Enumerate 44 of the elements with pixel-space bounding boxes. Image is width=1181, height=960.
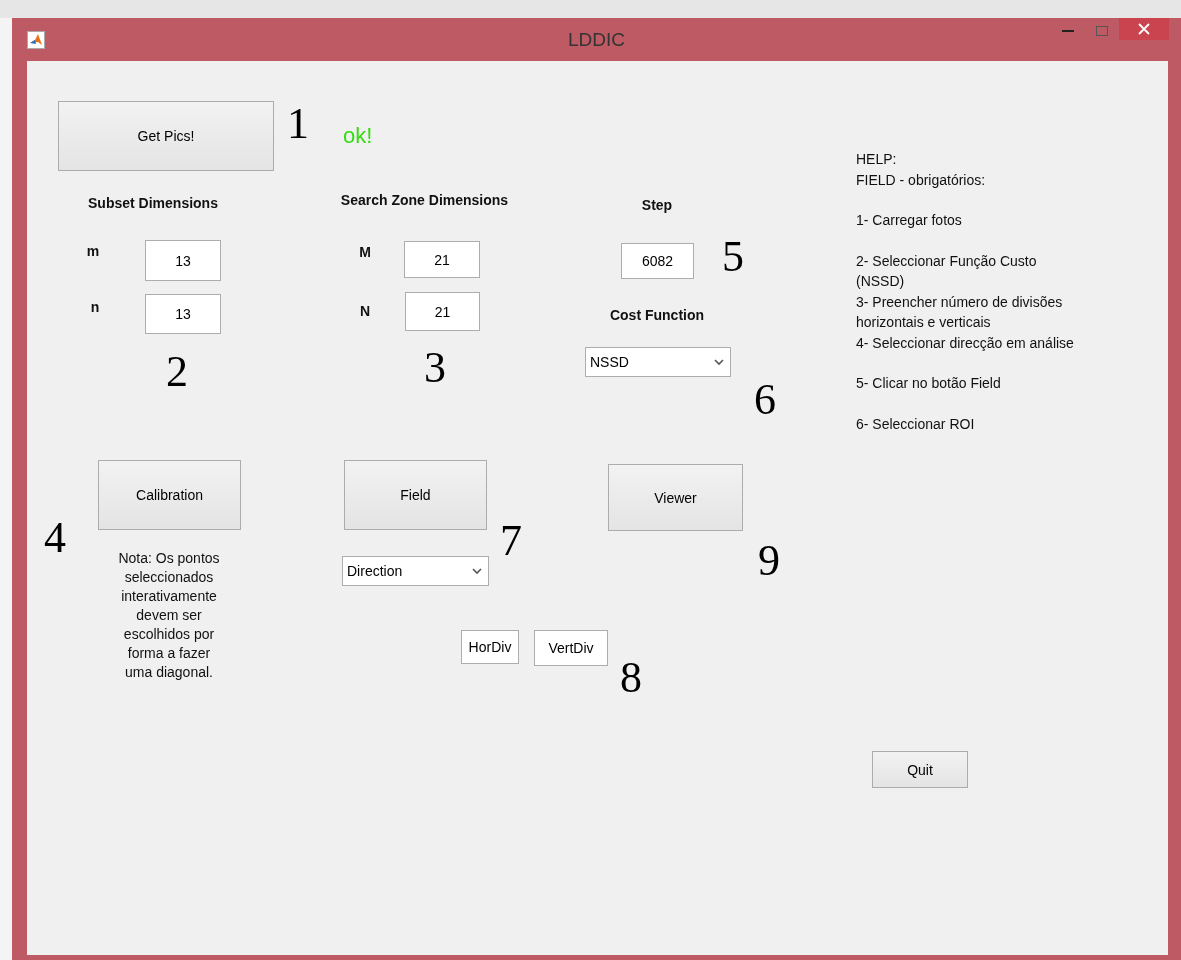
close-icon bbox=[1138, 23, 1150, 35]
help-text: 2- Seleccionar Função Custo (NSSD) 3- Preencher número de divisões horizontais e verticais 4- Seleccionar direcção em análise bbox=[856, 251, 1075, 353]
minimize-icon bbox=[1062, 29, 1074, 33]
input-field[interactable]: 13 bbox=[145, 240, 221, 281]
help-text: 6- Seleccionar ROI bbox=[856, 414, 976, 434]
section-heading: Subset Dimensions bbox=[87, 194, 219, 213]
push-button[interactable]: Viewer bbox=[608, 464, 743, 531]
step-number: 7 bbox=[499, 516, 523, 566]
maximize-icon bbox=[1096, 26, 1108, 36]
section-heading: Cost Function bbox=[608, 306, 706, 325]
step-number: 6 bbox=[753, 375, 777, 425]
dropdown[interactable]: Direction bbox=[342, 556, 489, 586]
help-text: 5- Clicar no botão Field bbox=[856, 374, 1002, 393]
section-heading: Step bbox=[640, 196, 674, 215]
input-field[interactable]: 21 bbox=[404, 241, 480, 278]
section-heading: Search Zone Dimensions bbox=[339, 191, 510, 210]
step-number: 1 bbox=[286, 99, 310, 149]
step-number: 8 bbox=[619, 653, 643, 703]
push-button[interactable]: Quit bbox=[872, 751, 968, 788]
help-text: HELP: FIELD - obrigatórios: bbox=[856, 150, 987, 190]
close-button[interactable] bbox=[1119, 18, 1169, 40]
dropdown[interactable]: NSSD bbox=[585, 347, 731, 377]
app-icon bbox=[27, 30, 45, 49]
note-text: Nota: Os pontos seleccionados interativamente devem ser escolhidos por forma a fazer uma diagonal. bbox=[117, 549, 221, 682]
push-button[interactable]: Get Pics! bbox=[58, 101, 274, 171]
field-label: N bbox=[358, 302, 372, 321]
status-text: ok! bbox=[343, 122, 374, 150]
input-field[interactable]: VertDiv bbox=[534, 630, 608, 666]
step-number: 2 bbox=[165, 347, 189, 397]
input-field[interactable]: 13 bbox=[145, 294, 221, 334]
field-label: n bbox=[89, 298, 101, 317]
input-field[interactable]: 21 bbox=[405, 292, 480, 331]
window-title: LDDIC bbox=[568, 28, 625, 51]
push-button[interactable]: Calibration bbox=[98, 460, 241, 530]
help-text: 1- Carregar fotos bbox=[856, 211, 963, 230]
step-number: 4 bbox=[43, 513, 67, 563]
step-number: 9 bbox=[757, 536, 781, 586]
step-number: 5 bbox=[721, 232, 745, 282]
field-label: M bbox=[358, 243, 372, 262]
input-field[interactable]: 6082 bbox=[621, 243, 694, 279]
field-label: m bbox=[85, 242, 101, 261]
input-field[interactable]: HorDiv bbox=[461, 630, 519, 664]
step-number: 3 bbox=[423, 343, 447, 393]
push-button[interactable]: Field bbox=[344, 460, 487, 530]
